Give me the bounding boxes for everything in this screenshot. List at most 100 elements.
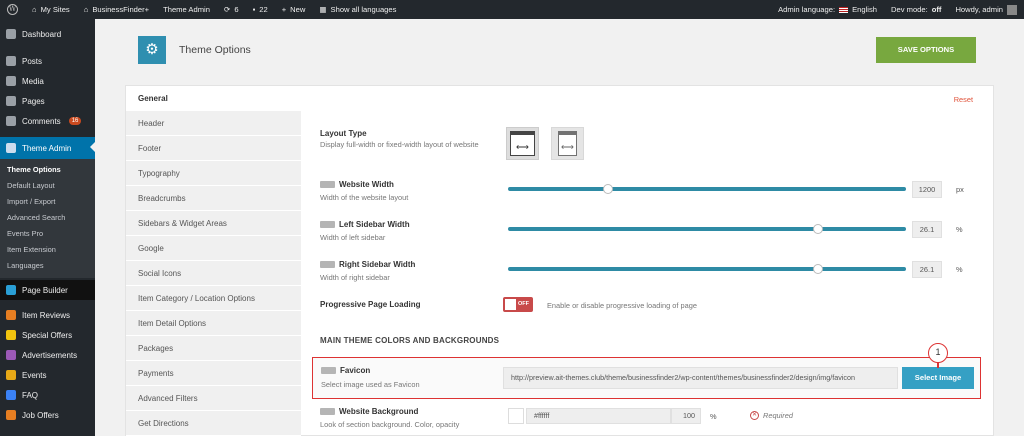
page-title: Theme Options: [179, 44, 251, 56]
tab-social-icons[interactable]: Social Icons: [126, 261, 301, 286]
sidebar-item-posts[interactable]: Posts: [0, 51, 95, 71]
right-sidebar-slider[interactable]: [508, 267, 906, 271]
tab-item-detail-options[interactable]: Item Detail Options: [126, 311, 301, 336]
section-title: MAIN THEME COLORS AND BACKGROUNDS: [320, 336, 500, 345]
tab-breadcrumbs[interactable]: Breadcrumbs: [126, 186, 301, 211]
avatar: [1007, 4, 1017, 15]
job-offers-icon: [6, 410, 16, 420]
submenu-theme-options[interactable]: Theme Options: [0, 162, 95, 178]
tab-advanced-filters[interactable]: Advanced Filters: [126, 386, 301, 411]
website-width-value[interactable]: 1200: [912, 181, 942, 198]
save-options-button[interactable]: SAVE OPTIONS: [876, 37, 976, 63]
left-sidebar-value[interactable]: 26.1: [912, 221, 942, 238]
sidebar-item-theme-admin[interactable]: Theme Admin: [0, 137, 95, 159]
favicon-label: Favicon: [321, 366, 370, 375]
site-name-link[interactable]: ⌂ BusinessFinder+: [77, 0, 156, 19]
submenu-item-extension[interactable]: Item Extension: [0, 242, 95, 258]
wordpress-icon: W: [7, 4, 18, 15]
callout-marker: 1: [928, 343, 948, 363]
color-hex-input[interactable]: #ffffff: [526, 408, 671, 424]
option-tag-icon: [320, 261, 335, 268]
select-image-button[interactable]: Select Image: [902, 367, 974, 389]
reviews-icon: [6, 310, 16, 320]
website-width-unit: px: [956, 185, 964, 194]
favicon-desc: Select image used as Favicon: [321, 380, 420, 389]
tab-payments[interactable]: Payments: [126, 361, 301, 386]
opacity-input[interactable]: 100: [671, 408, 701, 424]
options-tabs: General Header Footer Typography Breadcr…: [126, 86, 301, 436]
tab-packages[interactable]: Packages: [126, 336, 301, 361]
my-sites-link[interactable]: ⌂ My Sites: [25, 0, 77, 19]
media-icon: [6, 76, 16, 86]
sidebar-item-page-builder[interactable]: Page Builder: [0, 280, 95, 300]
left-sidebar-slider[interactable]: [508, 227, 906, 231]
user-menu[interactable]: Howdy, admin: [948, 0, 1024, 19]
sidebar-item-comments[interactable]: Comments 16: [0, 111, 95, 131]
layout-fixed-width-option[interactable]: ⟷: [551, 127, 584, 160]
sidebar-item-faq[interactable]: FAQ: [0, 385, 95, 405]
show-languages-link[interactable]: ▦ Show all languages: [312, 0, 403, 19]
option-tag-icon: [320, 408, 335, 415]
required-text: Required: [763, 411, 793, 420]
reset-link[interactable]: Reset: [954, 95, 973, 104]
wordpress-logo[interactable]: W: [0, 0, 25, 19]
pages-icon: [6, 96, 16, 106]
right-sidebar-slider-handle[interactable]: [813, 264, 824, 274]
sidebar-item-pages[interactable]: Pages: [0, 91, 95, 111]
admin-sidebar: Dashboard Posts Media Pages Comments 16 T…: [0, 19, 95, 436]
updates-link[interactable]: ⟳ 6: [217, 0, 246, 19]
home-icon: ⌂: [32, 5, 37, 14]
layout-type-row: Layout Type Display full-width or fixed-…: [308, 127, 984, 163]
favicon-url-input[interactable]: http://preview.ait-themes.club/theme/bus…: [503, 367, 898, 389]
dev-mode[interactable]: Dev mode: off: [884, 0, 948, 19]
sidebar-item-media[interactable]: Media: [0, 71, 95, 91]
tab-get-directions[interactable]: Get Directions: [126, 411, 301, 436]
website-background-row: Website Background Look of section backg…: [308, 405, 984, 435]
website-width-slider[interactable]: [508, 187, 906, 191]
admin-language[interactable]: Admin language: English: [771, 0, 884, 19]
submenu-default-layout[interactable]: Default Layout: [0, 178, 95, 194]
theme-admin-submenu: Theme Options Default Layout Import / Ex…: [0, 159, 95, 278]
left-sidebar-slider-handle[interactable]: [813, 224, 824, 234]
layout-type-desc: Display full-width or fixed-width layout…: [320, 140, 479, 149]
color-swatch[interactable]: [508, 408, 524, 424]
tab-typography[interactable]: Typography: [126, 161, 301, 186]
submenu-events-pro[interactable]: Events Pro: [0, 226, 95, 242]
website-width-slider-handle[interactable]: [602, 184, 613, 194]
new-content-link[interactable]: + New: [275, 0, 313, 19]
left-sidebar-row: Left Sidebar Width Width of left sidebar…: [308, 218, 984, 248]
sidebar-item-events[interactable]: Events: [0, 365, 95, 385]
comments-link[interactable]: ▪ 22: [246, 0, 275, 19]
sidebar-item-job-offers[interactable]: Job Offers: [0, 405, 95, 425]
sidebar-item-special-offers[interactable]: Special Offers: [0, 325, 95, 345]
right-sidebar-value[interactable]: 26.1: [912, 261, 942, 278]
tab-footer[interactable]: Footer: [126, 136, 301, 161]
left-sidebar-label: Left Sidebar Width: [320, 220, 410, 229]
layout-full-width-option[interactable]: ⟷: [506, 127, 539, 160]
sidebar-item-item-reviews[interactable]: Item Reviews: [0, 305, 95, 325]
tab-google[interactable]: Google: [126, 236, 301, 261]
website-width-row: Website Width Width of the website layou…: [308, 178, 984, 208]
advertisements-icon: [6, 350, 16, 360]
tab-item-category-location[interactable]: Item Category / Location Options: [126, 286, 301, 311]
sidebar-item-advertisements[interactable]: Advertisements: [0, 345, 95, 365]
faq-icon: [6, 390, 16, 400]
sidebar-item-dashboard[interactable]: Dashboard: [0, 24, 95, 44]
submenu-languages[interactable]: Languages: [0, 258, 95, 274]
comment-icon: ▪: [252, 5, 256, 14]
flag-icon: ▦: [319, 5, 327, 14]
tab-general[interactable]: General: [126, 86, 301, 111]
gears-icon: ⚙: [138, 36, 166, 64]
admin-bar: W ⌂ My Sites ⌂ BusinessFinder+ Theme Admin…: [0, 0, 1024, 19]
submenu-advanced-search[interactable]: Advanced Search: [0, 210, 95, 226]
us-flag-icon: [839, 6, 849, 13]
tab-sidebars-widget-areas[interactable]: Sidebars & Widget Areas: [126, 211, 301, 236]
theme-admin-link[interactable]: Theme Admin: [156, 0, 217, 19]
opacity-unit: %: [710, 412, 717, 421]
progressive-loading-desc: Enable or disable progressive loading of…: [547, 301, 697, 310]
progressive-loading-toggle[interactable]: OFF: [503, 297, 533, 312]
website-width-label: Website Width: [320, 180, 394, 189]
submenu-import-export[interactable]: Import / Export: [0, 194, 95, 210]
tab-header[interactable]: Header: [126, 111, 301, 136]
page-header: ⚙ Theme Options SAVE OPTIONS: [95, 19, 1024, 85]
